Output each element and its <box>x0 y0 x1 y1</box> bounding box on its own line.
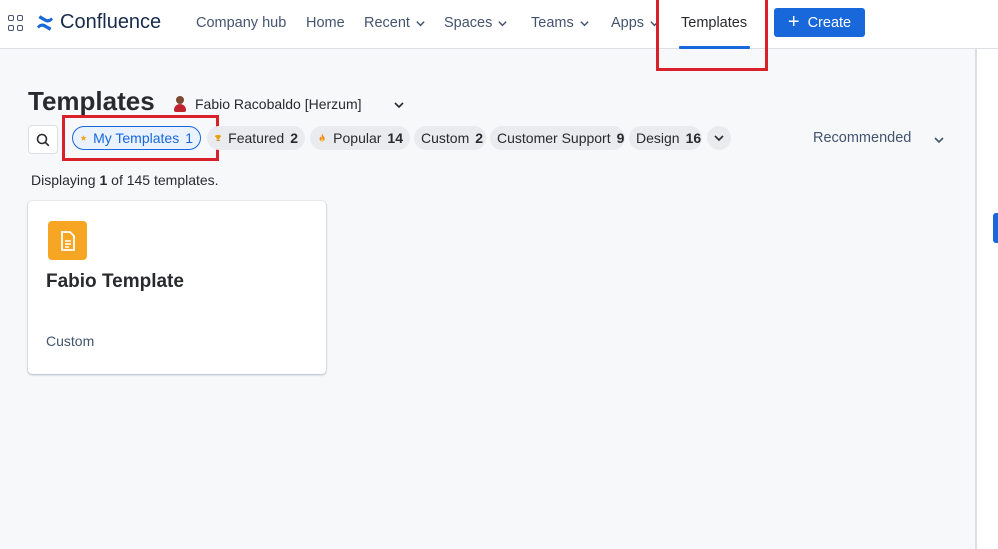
filter-chip-customer-support[interactable]: Customer Support 9 <box>490 126 625 150</box>
top-navigation: Confluence Company hub Home Recent Space… <box>0 0 998 49</box>
fire-icon <box>319 133 325 142</box>
nav-label: Spaces <box>444 15 493 31</box>
chip-count: 2 <box>475 130 484 146</box>
trophy-icon <box>215 134 222 142</box>
app-switcher-icon[interactable] <box>8 15 24 31</box>
results-suffix: of 145 templates. <box>107 172 219 188</box>
nav-company-hub[interactable]: Company hub <box>196 15 286 31</box>
nav-apps[interactable]: Apps <box>611 15 660 31</box>
right-panel-button-edge[interactable] <box>993 213 998 243</box>
chevron-down-icon <box>714 135 724 142</box>
chip-label: Design <box>636 130 680 146</box>
chevron-down-icon <box>416 20 425 26</box>
confluence-logo-icon <box>37 14 53 31</box>
filter-chip-custom[interactable]: Custom 2 <box>414 126 486 150</box>
nav-label: Apps <box>611 15 645 31</box>
search-button[interactable] <box>28 125 58 154</box>
chevron-down-icon[interactable] <box>933 134 945 146</box>
chip-count: 16 <box>685 130 702 146</box>
chip-label: Custom <box>421 130 470 146</box>
avatar <box>173 96 187 112</box>
page-icon <box>48 221 87 260</box>
app-name: Confluence <box>60 11 162 33</box>
nav-home[interactable]: Home <box>306 15 345 31</box>
filter-chip-featured[interactable]: Featured 2 <box>207 126 305 150</box>
sort-dropdown[interactable]: Recommended <box>813 130 911 146</box>
nav-label: Company hub <box>196 15 287 31</box>
nav-label: Home <box>306 15 345 31</box>
nav-teams[interactable]: Teams <box>531 15 590 31</box>
confluence-logo[interactable]: Confluence <box>36 11 161 34</box>
chip-count: 14 <box>387 130 403 146</box>
templates-highlight-box <box>656 0 768 71</box>
chevron-down-icon <box>580 20 589 26</box>
page-title: Templates <box>28 86 155 116</box>
results-count: Displaying 1 of 145 templates. <box>31 172 219 188</box>
my-templates-highlight-box <box>62 115 219 161</box>
right-side-panel <box>977 49 998 549</box>
chevron-down-icon[interactable] <box>393 99 405 111</box>
filter-chip-popular[interactable]: Popular 14 <box>310 126 410 150</box>
chip-label: Featured <box>228 130 285 146</box>
chip-count: 2 <box>290 130 298 146</box>
owner-selector[interactable]: Fabio Racobaldo [Herzum] <box>173 96 362 112</box>
nav-recent[interactable]: Recent <box>364 15 426 31</box>
nav-label: Teams <box>531 15 574 31</box>
create-label: Create <box>807 14 852 31</box>
nav-spaces[interactable]: Spaces <box>444 15 508 31</box>
filter-chip-design[interactable]: Design 16 <box>629 126 702 150</box>
results-prefix: Displaying <box>31 172 100 188</box>
chevron-down-icon <box>498 20 508 26</box>
more-filters-button[interactable] <box>707 126 731 150</box>
plus-icon: + <box>787 10 800 33</box>
template-category: Custom <box>46 333 95 349</box>
nav-label: Recent <box>364 15 410 31</box>
create-button[interactable]: + Create <box>774 8 865 37</box>
chip-label: Customer Support <box>497 130 611 146</box>
chip-count: 9 <box>616 130 625 146</box>
template-title: Fabio Template <box>46 271 184 292</box>
owner-name: Fabio Racobaldo [Herzum] <box>195 96 362 112</box>
search-icon <box>36 133 50 146</box>
template-card[interactable]: Fabio Template Custom <box>28 201 326 374</box>
chip-label: Popular <box>333 130 382 146</box>
